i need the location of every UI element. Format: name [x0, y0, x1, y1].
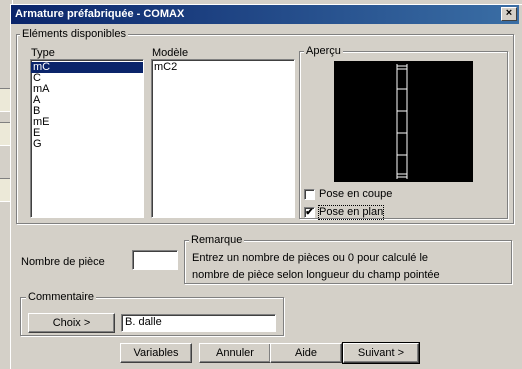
help-button[interactable]: Aide — [270, 343, 342, 363]
list-item[interactable]: mC — [31, 62, 143, 73]
pose-coupe-label[interactable]: Pose en coupe — [319, 188, 392, 201]
comment-group-label: Commentaire — [26, 291, 97, 304]
list-item[interactable]: mE — [31, 117, 143, 128]
preview-group-label: Aperçu — [304, 45, 343, 58]
list-item[interactable]: E — [31, 128, 143, 139]
list-item[interactable]: G — [31, 139, 143, 150]
piece-count-input[interactable] — [132, 250, 178, 270]
type-listbox[interactable]: mC CmA A BmE E G — [30, 59, 144, 218]
close-icon: × — [505, 7, 513, 19]
close-button[interactable]: × — [501, 7, 517, 21]
cancel-button[interactable]: Annuler — [199, 343, 271, 363]
remark-group-label: Remarque — [189, 234, 245, 247]
preview-background — [334, 61, 473, 182]
list-item[interactable]: A — [31, 95, 143, 106]
list-item[interactable]: mC2 — [152, 62, 294, 73]
piece-count-label: Nombre de pièce — [21, 256, 105, 268]
preview-canvas — [334, 61, 473, 182]
window-title: Armature préfabriquée - COMAX — [15, 8, 185, 20]
pose-plan-checkbox[interactable]: ✔ — [304, 207, 315, 218]
variables-button[interactable]: Variables — [120, 343, 192, 363]
model-listbox[interactable]: mC2 — [151, 59, 295, 218]
comment-input[interactable]: B. dalle — [121, 314, 276, 332]
pose-plan-label[interactable]: Pose en plan — [317, 205, 385, 220]
remark-line-1: Entrez un nombre de pièces ou 0 pour cal… — [192, 252, 429, 264]
remark-line-2: nombre de pièce selon longueur du champ … — [192, 269, 440, 281]
choix-button[interactable]: Choix > — [28, 313, 115, 333]
elements-group-label: Eléments disponibles — [20, 28, 128, 41]
checkmark-icon: ✔ — [305, 207, 314, 218]
next-button[interactable]: Suivant > — [342, 342, 420, 364]
list-item[interactable]: mA — [31, 84, 143, 95]
pose-coupe-checkbox[interactable] — [304, 189, 315, 200]
